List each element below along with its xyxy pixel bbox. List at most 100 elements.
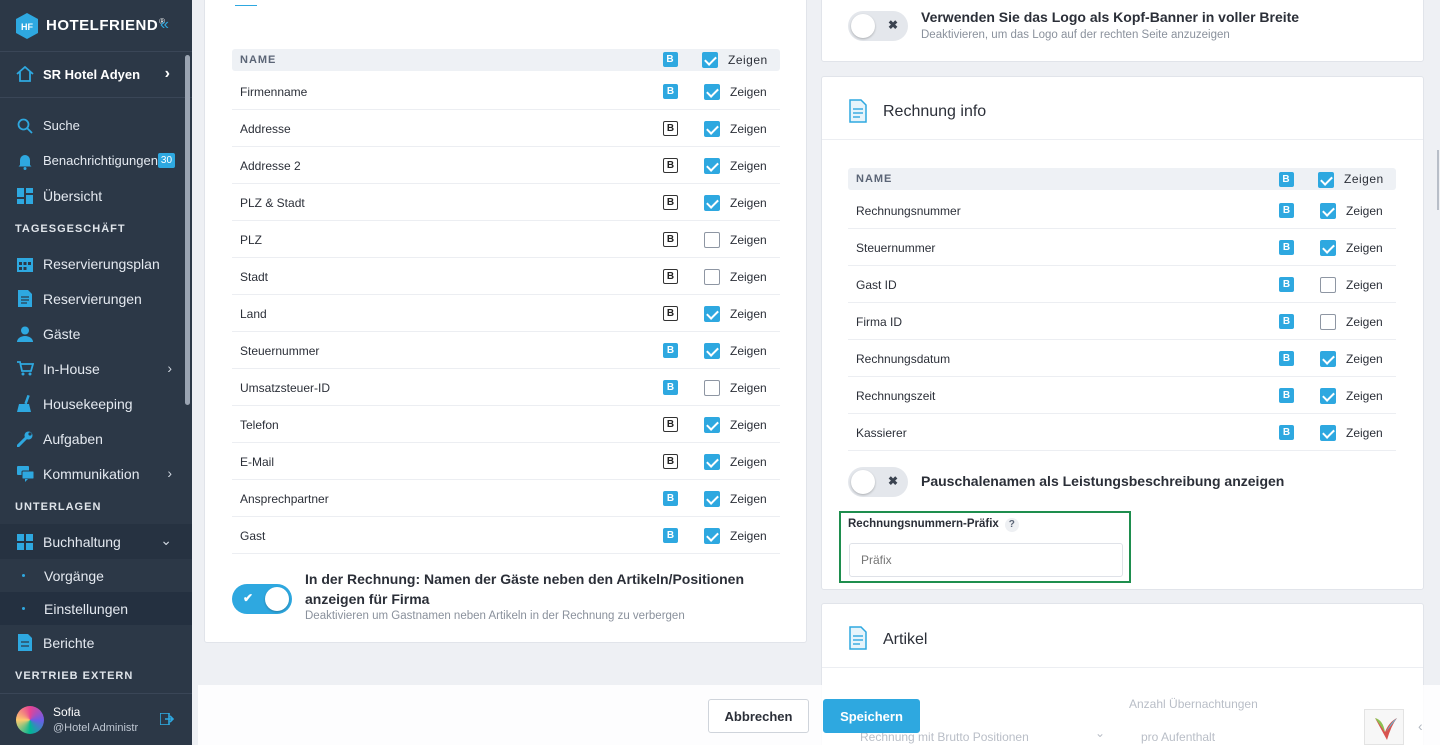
- bold-toggle[interactable]: B: [663, 491, 678, 506]
- show-checkbox[interactable]: [704, 158, 720, 174]
- brand[interactable]: HF HOTELFRIEND ® «: [0, 0, 192, 52]
- show-label: Zeigen: [730, 529, 767, 543]
- sidebar-item-search[interactable]: Suche: [0, 108, 192, 143]
- show-checkbox[interactable]: [704, 269, 720, 285]
- table-row: Firma ID B Zeigen: [848, 303, 1396, 340]
- cancel-button[interactable]: Abbrechen: [708, 699, 809, 733]
- sidebar-item-guests[interactable]: Gäste: [0, 316, 192, 351]
- toggle-knob: [851, 14, 875, 38]
- sidebar-item-communication[interactable]: Kommunikation ›: [0, 456, 192, 491]
- cart-icon: [16, 360, 34, 378]
- logout-icon[interactable]: [159, 712, 175, 726]
- truncated-link[interactable]: [235, 0, 257, 6]
- help-icon[interactable]: ?: [1004, 518, 1019, 532]
- bold-toggle[interactable]: B: [1279, 425, 1294, 440]
- bold-toggle[interactable]: B: [663, 195, 678, 210]
- sidebar-item-overview[interactable]: Übersicht: [0, 178, 192, 213]
- bold-toggle[interactable]: B: [1279, 240, 1294, 255]
- bold-toggle[interactable]: B: [663, 232, 678, 247]
- show-checkbox[interactable]: [704, 343, 720, 359]
- user-profile[interactable]: Sofia @Hotel Administr: [0, 693, 192, 745]
- show-all-checkbox[interactable]: [1318, 172, 1334, 188]
- bold-all-toggle[interactable]: B: [1279, 172, 1294, 187]
- show-checkbox[interactable]: [1320, 425, 1336, 441]
- show-label: Zeigen: [1346, 315, 1383, 329]
- sidebar-item-label: Housekeeping: [43, 395, 133, 412]
- sidebar-subitem-transactions[interactable]: Vorgänge: [0, 559, 192, 592]
- footer-bar: [198, 685, 1440, 745]
- show-checkbox[interactable]: [1320, 388, 1336, 404]
- sidebar-item-accounting[interactable]: Buchhaltung ⌄: [0, 524, 192, 559]
- bold-toggle[interactable]: B: [663, 269, 678, 284]
- debug-toolbar-logo[interactable]: [1364, 709, 1404, 745]
- show-checkbox[interactable]: [704, 454, 720, 470]
- sidebar-item-in-house[interactable]: In-House ›: [0, 351, 192, 386]
- row-label: Telefon: [240, 418, 279, 432]
- bold-toggle[interactable]: B: [663, 158, 678, 173]
- show-checkbox[interactable]: [704, 84, 720, 100]
- invoice-prefix-input[interactable]: [849, 543, 1123, 577]
- sidebar-item-reservation-plan[interactable]: Reservierungsplan: [0, 246, 192, 281]
- sidebar-item-housekeeping[interactable]: Housekeeping: [0, 386, 192, 421]
- bold-toggle[interactable]: B: [663, 121, 678, 136]
- sidebar-subitem-settings[interactable]: Einstellungen: [0, 592, 192, 625]
- show-all-checkbox[interactable]: [702, 52, 718, 68]
- row-label: Stadt: [240, 270, 269, 284]
- save-button[interactable]: Speichern: [823, 699, 920, 733]
- row-label: Addresse: [240, 122, 291, 136]
- guest-names-toggle-sub: Deaktivieren um Gastnamen neben Artikeln…: [305, 610, 685, 622]
- show-label: Zeigen: [1346, 352, 1383, 366]
- column-header-show: Zeigen: [728, 53, 768, 67]
- bold-toggle[interactable]: B: [1279, 277, 1294, 292]
- show-checkbox[interactable]: [704, 417, 720, 433]
- bold-toggle[interactable]: B: [663, 343, 678, 358]
- bold-toggle[interactable]: B: [663, 380, 678, 395]
- logo-banner-toggle[interactable]: ✖: [848, 11, 908, 41]
- avatar[interactable]: [16, 705, 44, 734]
- hotel-switcher[interactable]: SR Hotel Adyen ›: [0, 52, 192, 98]
- sidebar-item-tasks[interactable]: Aufgaben: [0, 421, 192, 456]
- sidebar-item-reports[interactable]: Berichte: [0, 625, 192, 660]
- sidebar-section-docs: UNTERLAGEN: [15, 501, 102, 513]
- sidebar-scrollbar[interactable]: [185, 55, 190, 405]
- bold-all-toggle[interactable]: B: [663, 52, 678, 67]
- bold-toggle[interactable]: B: [663, 84, 678, 99]
- show-checkbox[interactable]: [704, 306, 720, 322]
- show-label: Zeigen: [730, 196, 767, 210]
- bold-toggle[interactable]: B: [1279, 314, 1294, 329]
- show-checkbox[interactable]: [704, 195, 720, 211]
- show-checkbox[interactable]: [704, 528, 720, 544]
- show-checkbox[interactable]: [704, 232, 720, 248]
- bold-toggle[interactable]: B: [1279, 203, 1294, 218]
- package-names-toggle[interactable]: ✖: [848, 467, 908, 497]
- show-checkbox[interactable]: [704, 380, 720, 396]
- show-checkbox[interactable]: [1320, 203, 1336, 219]
- chevron-left-icon[interactable]: ‹: [1418, 718, 1423, 734]
- row-label: Steuernummer: [240, 344, 320, 358]
- bold-toggle[interactable]: B: [1279, 388, 1294, 403]
- show-checkbox[interactable]: [704, 491, 720, 507]
- bold-toggle[interactable]: B: [663, 417, 678, 432]
- row-label: PLZ & Stadt: [240, 196, 305, 210]
- sidebar-item-notifications[interactable]: Benachrichtigungen 30: [0, 143, 192, 178]
- show-label: Zeigen: [730, 381, 767, 395]
- sidebar-item-reservations[interactable]: Reservierungen: [0, 281, 192, 316]
- bell-icon: [16, 152, 34, 170]
- bold-toggle[interactable]: B: [663, 306, 678, 321]
- show-checkbox[interactable]: [704, 121, 720, 137]
- show-checkbox[interactable]: [1320, 240, 1336, 256]
- nights-select[interactable]: pro Aufenthalt: [1141, 730, 1215, 744]
- row-label: Umsatzsteuer-ID: [240, 381, 331, 395]
- sidebar-item-label: Kommunikation: [43, 465, 140, 482]
- show-checkbox[interactable]: [1320, 351, 1336, 367]
- guest-names-toggle[interactable]: ✔: [232, 584, 292, 614]
- bold-toggle[interactable]: B: [663, 528, 678, 543]
- bold-toggle[interactable]: B: [1279, 351, 1294, 366]
- show-checkbox[interactable]: [1320, 314, 1336, 330]
- table-row: Stadt B Zeigen: [232, 258, 780, 295]
- show-checkbox[interactable]: [1320, 277, 1336, 293]
- bold-toggle[interactable]: B: [663, 454, 678, 469]
- table-row: Steuernummer B Zeigen: [232, 332, 780, 369]
- page-scrollbar[interactable]: [1437, 150, 1439, 210]
- collapse-sidebar-icon[interactable]: «: [160, 16, 169, 34]
